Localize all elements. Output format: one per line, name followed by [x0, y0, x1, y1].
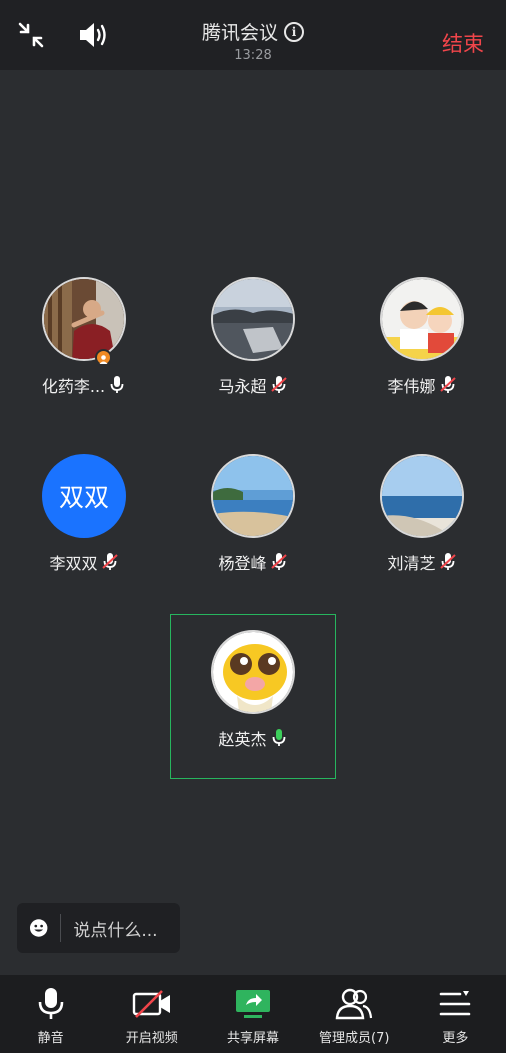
more-button[interactable]: 更多 [405, 975, 506, 1053]
video-label: 开启视频 [125, 1031, 178, 1046]
share-screen-button[interactable]: 共享屏幕 [202, 975, 303, 1053]
participant-name: 李双双 [49, 554, 98, 573]
bottom-toolbar: 静音 开启视频 共享屏幕 管理成员(7) 更多 [0, 975, 506, 1053]
mic-speaking-icon [272, 729, 285, 746]
mic-muted-icon [270, 376, 287, 393]
end-meeting-button[interactable]: 结束 [442, 28, 484, 58]
meeting-time: 13:28 [234, 48, 272, 63]
host-icon [95, 349, 112, 366]
share-screen-icon [236, 990, 270, 1018]
avatar [42, 277, 126, 361]
start-video-button[interactable]: 开启视频 [101, 975, 202, 1053]
avatar [380, 277, 464, 361]
participant-name: 杨登峰 [218, 554, 267, 573]
mic-muted-icon [439, 553, 456, 570]
microphone-icon [38, 988, 63, 1019]
mute-label: 静音 [37, 1031, 64, 1046]
participant-tile[interactable]: 李伟娜 [357, 277, 487, 397]
avatar [211, 630, 295, 714]
avatar: 双双 [42, 454, 126, 538]
mic-muted-icon [270, 553, 287, 570]
video-off-icon [132, 990, 170, 1018]
meeting-title: 腾讯会议 [201, 22, 278, 44]
chat-input[interactable]: 说点什么... [73, 916, 180, 941]
emoji-icon[interactable] [29, 918, 48, 938]
participant-tile[interactable]: 化药李... [19, 277, 149, 397]
participant-name: 马永超 [218, 377, 267, 396]
participant-tile[interactable]: 双双 李双双 [19, 454, 149, 574]
avatar [211, 277, 295, 361]
participant-tile[interactable]: 马永超 [188, 277, 318, 397]
participant-name: 赵英杰 [218, 730, 267, 749]
members-icon [335, 988, 373, 1020]
avatar [380, 454, 464, 538]
participant-name: 刘清芝 [387, 554, 436, 573]
microphone-icon [110, 376, 124, 393]
members-label: 管理成员(7) [319, 1031, 390, 1046]
info-icon[interactable]: i [284, 21, 304, 42]
participant-name: 李伟娜 [387, 377, 436, 396]
mute-button[interactable]: 静音 [0, 975, 101, 1053]
manage-members-button[interactable]: 管理成员(7) [304, 975, 405, 1053]
divider [60, 914, 62, 942]
top-bar: 腾讯会议 i 13:28 结束 [0, 0, 506, 70]
mic-muted-icon [101, 553, 118, 570]
share-label: 共享屏幕 [227, 1031, 280, 1046]
chat-box[interactable]: 说点什么... [17, 903, 180, 953]
participant-tile[interactable]: 刘清芝 [357, 454, 487, 574]
participant-name: 化药李... [41, 377, 106, 396]
avatar [211, 454, 295, 538]
participant-tile[interactable]: 赵英杰 [188, 630, 318, 750]
participant-tile[interactable]: 杨登峰 [188, 454, 318, 574]
more-label: 更多 [442, 1031, 469, 1046]
more-menu-icon [440, 991, 471, 1016]
mic-muted-icon [439, 376, 456, 393]
